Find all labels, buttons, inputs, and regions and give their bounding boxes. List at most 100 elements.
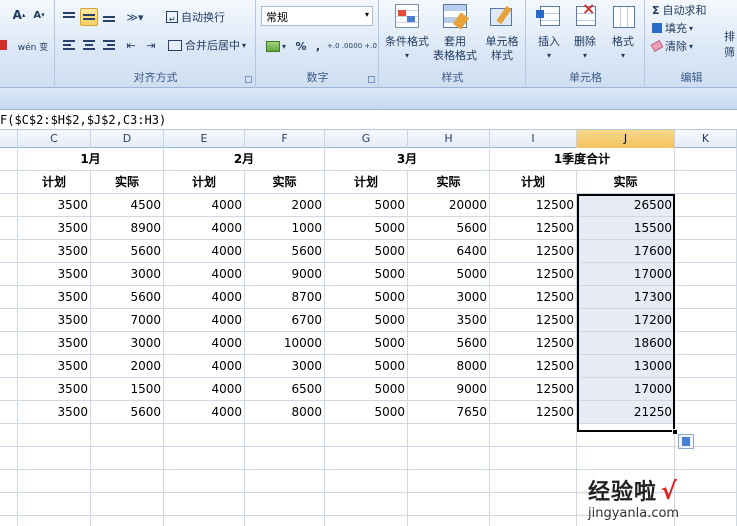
fill-button[interactable]: 填充 ▾	[652, 20, 693, 36]
data-cell[interactable]: 1000	[245, 217, 325, 240]
grid-cell[interactable]	[675, 378, 737, 401]
data-cell[interactable]: 12500	[490, 240, 577, 263]
grid-cell[interactable]	[675, 171, 737, 194]
empty-cell[interactable]	[325, 516, 408, 526]
empty-cell[interactable]	[91, 470, 164, 493]
sub-header[interactable]: 实际	[408, 171, 490, 194]
sort-filter-button[interactable]: 排	[724, 28, 735, 44]
data-cell[interactable]: 12500	[490, 286, 577, 309]
align-middle-button[interactable]	[80, 8, 98, 26]
empty-cell[interactable]	[164, 424, 245, 447]
data-cell[interactable]: 2000	[91, 355, 164, 378]
empty-cell[interactable]	[325, 424, 408, 447]
empty-cell[interactable]	[91, 516, 164, 526]
grid-cell[interactable]	[675, 194, 737, 217]
decrease-indent-button[interactable]: ⇤	[122, 36, 140, 54]
increase-indent-button[interactable]: ⇥	[142, 36, 160, 54]
total-actual-cell[interactable]: 17000	[577, 263, 675, 286]
data-cell[interactable]: 3500	[18, 309, 91, 332]
empty-cell[interactable]	[577, 424, 675, 447]
shrink-font-button[interactable]: A ▾	[30, 6, 48, 24]
total-actual-cell[interactable]: 17000	[577, 378, 675, 401]
data-cell[interactable]: 3000	[91, 263, 164, 286]
decrease-decimal-button[interactable]: .00 +.0	[351, 37, 377, 55]
percent-button[interactable]: %	[293, 37, 309, 55]
data-cell[interactable]: 7650	[408, 401, 490, 424]
data-cell[interactable]: 20000	[408, 194, 490, 217]
data-cell[interactable]: 2000	[245, 194, 325, 217]
comma-button[interactable]: ,	[313, 37, 323, 55]
empty-cell[interactable]	[245, 493, 325, 516]
data-cell[interactable]: 3500	[18, 286, 91, 309]
empty-cell[interactable]	[18, 424, 91, 447]
data-cell[interactable]: 6400	[408, 240, 490, 263]
number-launcher-icon[interactable]	[368, 76, 375, 83]
align-top-button[interactable]	[60, 8, 78, 26]
empty-cell[interactable]	[245, 470, 325, 493]
data-cell[interactable]: 4000	[164, 332, 245, 355]
total-actual-cell[interactable]: 13000	[577, 355, 675, 378]
data-cell[interactable]: 5000	[325, 401, 408, 424]
data-cell[interactable]: 5000	[325, 378, 408, 401]
empty-cell[interactable]	[18, 493, 91, 516]
format-as-table-button[interactable]: 套用 表格格式	[432, 2, 478, 63]
column-header-d[interactable]: D	[91, 130, 164, 148]
currency-button[interactable]: ▾	[261, 37, 291, 55]
data-cell[interactable]: 3500	[18, 355, 91, 378]
sub-header[interactable]: 实际	[91, 171, 164, 194]
orientation-button[interactable]: ≫▾	[122, 8, 148, 26]
grid-cell[interactable]	[675, 217, 737, 240]
column-header-k[interactable]: K	[675, 130, 737, 148]
empty-cell[interactable]	[245, 447, 325, 470]
month-header[interactable]: 1季度合计	[490, 148, 675, 171]
empty-cell[interactable]	[325, 447, 408, 470]
month-header[interactable]: 3月	[325, 148, 490, 171]
empty-cell[interactable]	[490, 447, 577, 470]
data-cell[interactable]: 12500	[490, 401, 577, 424]
empty-cell[interactable]	[91, 493, 164, 516]
data-cell[interactable]: 12500	[490, 309, 577, 332]
data-cell[interactable]: 3500	[18, 332, 91, 355]
grid-cell[interactable]	[675, 401, 737, 424]
column-header-j[interactable]: J	[577, 130, 675, 148]
empty-cell[interactable]	[18, 516, 91, 526]
autosum-button[interactable]: Σ 自动求和	[652, 2, 707, 18]
empty-cell[interactable]	[18, 470, 91, 493]
column-header-i[interactable]: I	[490, 130, 577, 148]
align-center-button[interactable]	[80, 36, 98, 54]
total-actual-cell[interactable]: 18600	[577, 332, 675, 355]
clear-button[interactable]: 清除 ▾	[650, 38, 693, 54]
empty-cell[interactable]	[91, 447, 164, 470]
empty-cell[interactable]	[91, 424, 164, 447]
formula-bar[interactable]: F($C$2:$H$2,$J$2,C3:H3)	[0, 110, 737, 130]
empty-cell[interactable]	[408, 516, 490, 526]
data-cell[interactable]: 5600	[408, 217, 490, 240]
empty-cell[interactable]	[164, 516, 245, 526]
sub-header[interactable]: 计划	[490, 171, 577, 194]
data-cell[interactable]: 12500	[490, 332, 577, 355]
alignment-launcher-icon[interactable]	[245, 76, 252, 83]
data-cell[interactable]: 3500	[18, 217, 91, 240]
empty-cell[interactable]	[245, 516, 325, 526]
data-cell[interactable]: 4000	[164, 355, 245, 378]
month-header[interactable]: 1月	[18, 148, 164, 171]
data-cell[interactable]: 8000	[408, 355, 490, 378]
data-cell[interactable]: 5000	[325, 240, 408, 263]
column-header-c[interactable]: C	[18, 130, 91, 148]
data-cell[interactable]: 4000	[164, 378, 245, 401]
data-cell[interactable]: 3500	[18, 401, 91, 424]
data-cell[interactable]: 3000	[91, 332, 164, 355]
align-bottom-button[interactable]	[100, 8, 118, 26]
conditional-format-button[interactable]: 条件格式 ▾	[384, 2, 430, 63]
wrap-text-button[interactable]: ↵ 自动换行	[166, 8, 225, 26]
data-cell[interactable]: 12500	[490, 194, 577, 217]
data-cell[interactable]: 12500	[490, 355, 577, 378]
phonetic-button[interactable]: wén 变	[18, 37, 48, 55]
data-cell[interactable]: 12500	[490, 217, 577, 240]
format-cells-button[interactable]: 格式 ▾	[605, 2, 641, 63]
total-actual-cell[interactable]: 15500	[577, 217, 675, 240]
insert-cells-button[interactable]: 插入 ▾	[531, 2, 567, 63]
empty-cell[interactable]	[245, 424, 325, 447]
data-cell[interactable]: 3000	[408, 286, 490, 309]
grid-cell[interactable]	[675, 286, 737, 309]
